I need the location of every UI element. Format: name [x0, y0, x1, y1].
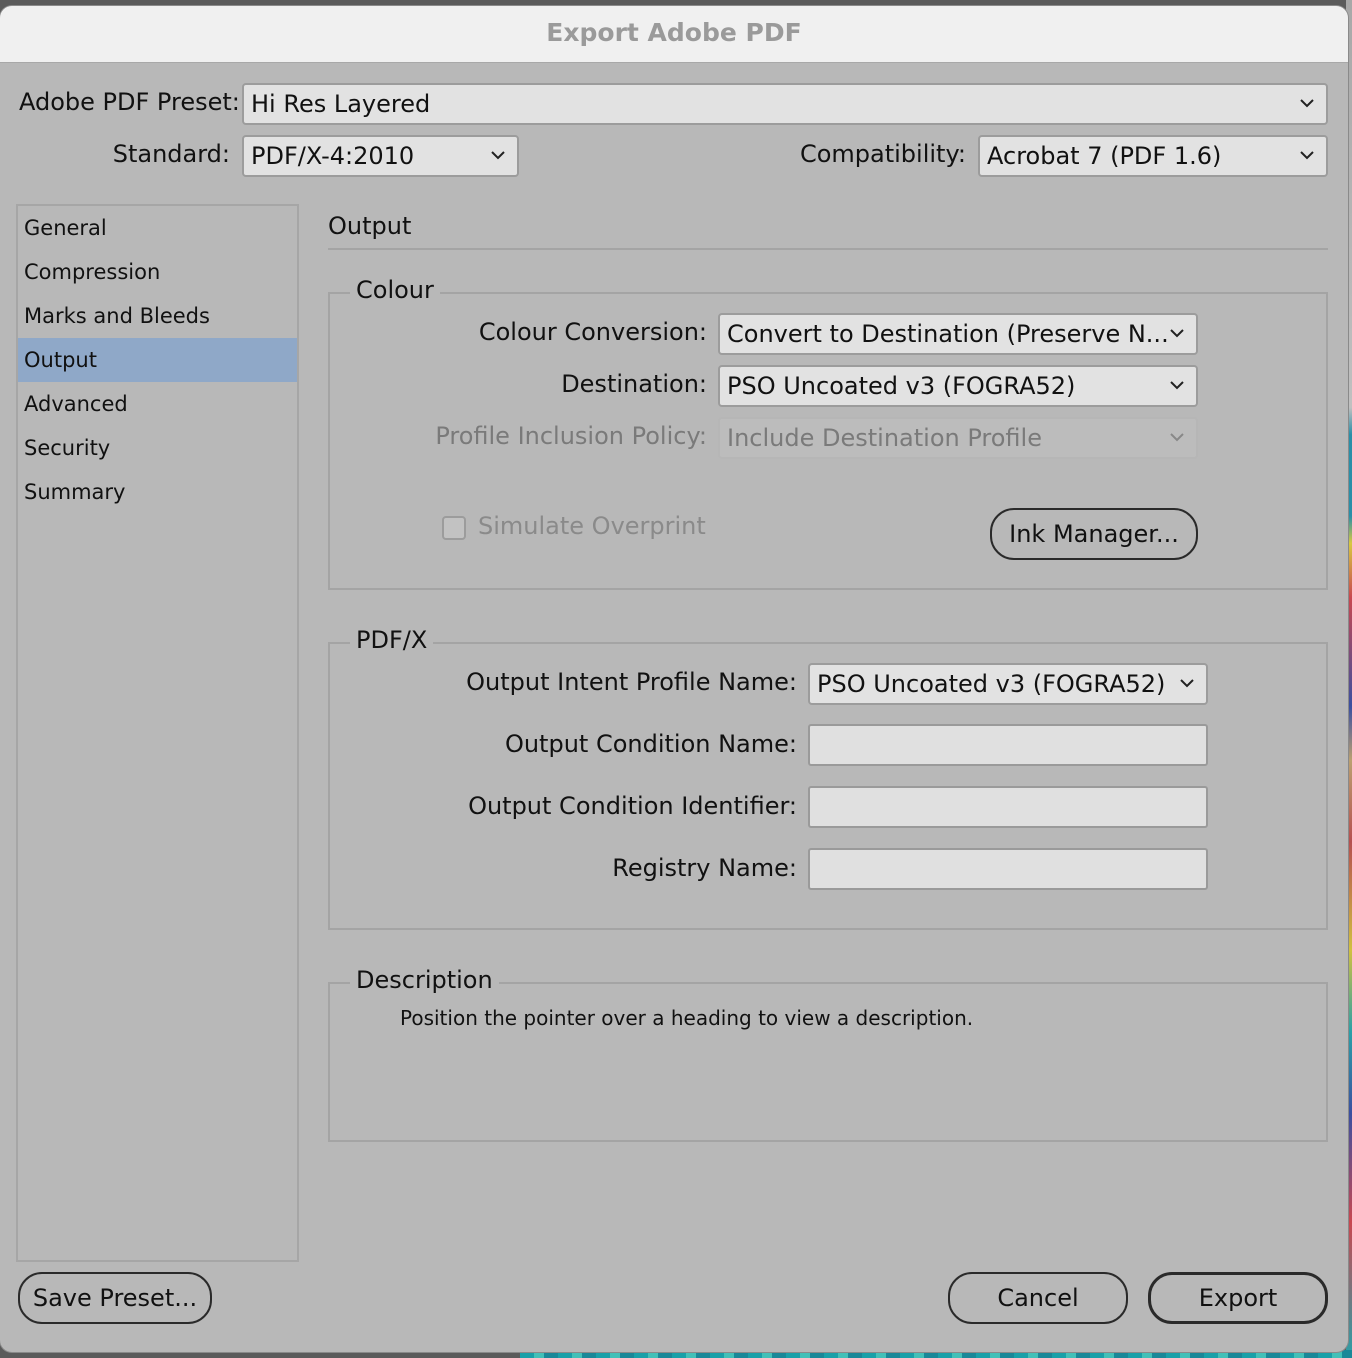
description-text: Position the pointer over a heading to v…: [400, 1006, 974, 1030]
output-condition-identifier-field[interactable]: [808, 786, 1208, 828]
export-button[interactable]: Export: [1148, 1272, 1328, 1324]
preset-label: Adobe PDF Preset:: [19, 88, 240, 116]
colour-conversion-label: Colour Conversion:: [478, 318, 707, 346]
output-condition-name-label: Output Condition Name:: [504, 730, 797, 758]
sidebar-item-general[interactable]: General: [18, 206, 297, 250]
chevron-down-icon: [1168, 367, 1186, 405]
output-intent-profile-dropdown[interactable]: PSO Uncoated v3 (FOGRA52): [808, 663, 1208, 705]
colour-conversion-dropdown[interactable]: Convert to Destination (Preserve N...: [718, 313, 1198, 355]
registry-name-field[interactable]: [808, 848, 1208, 890]
chevron-down-icon: [1298, 137, 1316, 175]
chevron-down-icon: [1168, 315, 1186, 353]
output-condition-name-field[interactable]: [808, 724, 1208, 766]
section-divider: [328, 248, 1328, 250]
preset-dropdown[interactable]: Hi Res Layered: [242, 83, 1328, 125]
standard-dropdown[interactable]: PDF/X-4:2010: [242, 135, 519, 177]
compatibility-label: Compatibility:: [799, 140, 966, 168]
description-group-title: Description: [350, 966, 499, 994]
export-pdf-dialog: Export Adobe PDF Adobe PDF Preset: Hi Re…: [0, 6, 1348, 1352]
chevron-down-icon: [1298, 85, 1316, 123]
profile-inclusion-policy-value: Include Destination Profile: [727, 424, 1042, 452]
compatibility-dropdown[interactable]: Acrobat 7 (PDF 1.6): [978, 135, 1328, 177]
save-preset-button[interactable]: Save Preset...: [18, 1272, 212, 1324]
compatibility-value: Acrobat 7 (PDF 1.6): [987, 142, 1222, 170]
simulate-overprint-checkbox[interactable]: [442, 516, 466, 540]
category-sidebar: General Compression Marks and Bleeds Out…: [16, 204, 299, 1262]
profile-inclusion-policy-label: Profile Inclusion Policy:: [435, 422, 707, 450]
standard-value: PDF/X-4:2010: [251, 142, 415, 170]
destination-label: Destination:: [561, 370, 707, 398]
preset-value: Hi Res Layered: [251, 90, 431, 118]
cancel-button[interactable]: Cancel: [948, 1272, 1128, 1324]
colour-conversion-value: Convert to Destination (Preserve N...: [727, 320, 1169, 348]
colour-group-title: Colour: [350, 276, 440, 304]
destination-value: PSO Uncoated v3 (FOGRA52): [727, 372, 1076, 400]
chevron-down-icon: [1168, 419, 1186, 457]
section-title: Output: [328, 212, 412, 240]
output-intent-profile-value: PSO Uncoated v3 (FOGRA52): [817, 670, 1166, 698]
sidebar-item-security[interactable]: Security: [18, 426, 297, 470]
registry-name-label: Registry Name:: [612, 854, 797, 882]
profile-inclusion-policy-dropdown[interactable]: Include Destination Profile: [718, 417, 1198, 459]
output-condition-identifier-label: Output Condition Identifier:: [468, 792, 797, 820]
sidebar-item-marks-and-bleeds[interactable]: Marks and Bleeds: [18, 294, 297, 338]
ink-manager-button[interactable]: Ink Manager...: [990, 508, 1198, 560]
sidebar-item-advanced[interactable]: Advanced: [18, 382, 297, 426]
sidebar-item-compression[interactable]: Compression: [18, 250, 297, 294]
chevron-down-icon: [489, 137, 507, 175]
destination-dropdown[interactable]: PSO Uncoated v3 (FOGRA52): [718, 365, 1198, 407]
sidebar-item-output[interactable]: Output: [18, 338, 297, 382]
sidebar-item-summary[interactable]: Summary: [18, 470, 297, 514]
output-intent-profile-label: Output Intent Profile Name:: [466, 668, 797, 696]
chevron-down-icon: [1178, 665, 1196, 703]
standard-label: Standard:: [112, 140, 230, 168]
pdfx-group-title: PDF/X: [350, 626, 434, 654]
simulate-overprint-label: Simulate Overprint: [478, 512, 706, 540]
window-title: Export Adobe PDF: [0, 6, 1348, 63]
